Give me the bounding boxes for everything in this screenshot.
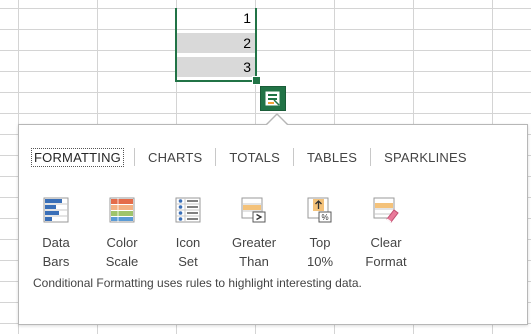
color-scale-icon xyxy=(109,197,135,223)
tab-totals[interactable]: TOTALS xyxy=(216,150,293,165)
tab-charts[interactable]: CHARTS xyxy=(135,150,215,165)
selection-border xyxy=(175,8,257,82)
tab-formatting[interactable]: FORMATTING xyxy=(31,147,124,167)
data-bars-icon xyxy=(43,197,69,223)
icon-set-icon xyxy=(175,197,201,223)
color-scale-option[interactable]: Color Scale xyxy=(99,197,145,271)
clear-format-icon xyxy=(373,197,399,223)
data-bars-option[interactable]: Data Bars xyxy=(33,197,79,271)
color-scale-label: Color Scale xyxy=(105,235,139,269)
icon-set-label: Icon Set xyxy=(175,235,201,269)
top-10-percent-option[interactable]: % Top 10% xyxy=(297,197,343,271)
top-10-percent-icon: % xyxy=(307,197,332,223)
svg-text:%: % xyxy=(322,213,329,222)
tab-tables[interactable]: TABLES xyxy=(294,150,370,165)
greater-than-option[interactable]: Greater Than xyxy=(231,197,277,271)
icon-set-option[interactable]: Icon Set xyxy=(165,197,211,271)
quick-analysis-panel: FORMATTING CHARTS TOTALS TABLES SPARKLIN… xyxy=(18,124,528,325)
popup-pointer-fill xyxy=(266,115,288,126)
fill-handle[interactable] xyxy=(252,76,261,85)
tab-bar: FORMATTING CHARTS TOTALS TABLES SPARKLIN… xyxy=(31,147,480,167)
description-text: Conditional Formatting uses rules to hig… xyxy=(33,276,362,290)
tab-sparklines[interactable]: SPARKLINES xyxy=(371,150,480,165)
greater-than-icon xyxy=(241,197,266,223)
clear-format-label: Clear Format xyxy=(365,235,407,269)
top-10-percent-label: Top 10% xyxy=(306,235,334,269)
quick-analysis-icon xyxy=(265,91,280,106)
formatting-options: Data Bars Color Scale Icon Set Greater T… xyxy=(33,197,429,271)
clear-format-option[interactable]: Clear Format xyxy=(363,197,409,271)
data-bars-label: Data Bars xyxy=(42,235,70,269)
quick-analysis-button[interactable] xyxy=(260,86,286,111)
greater-than-label: Greater Than xyxy=(231,235,277,269)
